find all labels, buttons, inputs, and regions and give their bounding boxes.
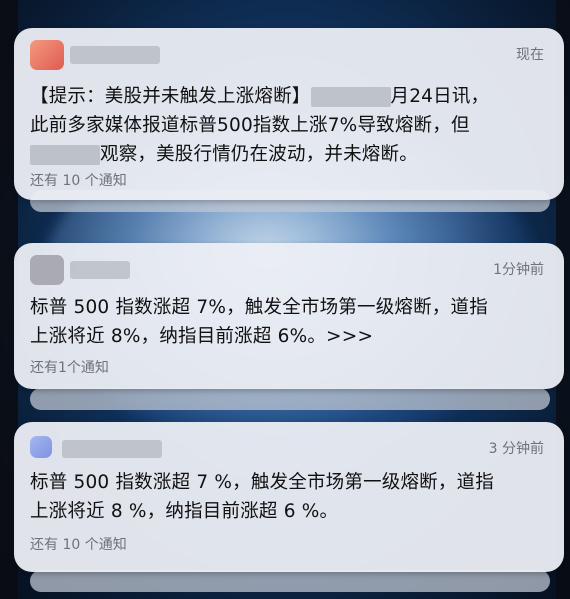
redacted-text xyxy=(310,87,391,107)
notification-body: 标普 500 指数涨超 7 %，触发全市场第一级熔断，道指 上涨将近 8 %，纳… xyxy=(30,468,546,526)
notification-text: 标普 500 指数涨超 7%，触发全市场第一级熔断，道指 xyxy=(30,297,488,318)
notification-time: 1分钟前 xyxy=(493,262,544,278)
redacted-text xyxy=(30,145,100,165)
app-icon xyxy=(30,40,64,70)
notification-text: 上涨将近 8 %，纳指目前涨超 6 %。 xyxy=(30,501,339,522)
app-name-redacted xyxy=(62,440,162,458)
app-name-redacted xyxy=(70,46,160,64)
app-icon xyxy=(30,255,64,285)
stacked-notification-edge xyxy=(30,388,550,410)
notification-time: 3 分钟前 xyxy=(488,441,544,457)
notification-text: 上涨将近 8%，纳指目前涨超 6%。>>> xyxy=(30,326,374,347)
more-notifications-link[interactable]: 还有1个通知 xyxy=(30,357,109,377)
more-notifications-link[interactable]: 还有 10 个通知 xyxy=(30,170,127,190)
notification-card-2[interactable]: 1分钟前 标普 500 指数涨超 7%，触发全市场第一级熔断，道指 上涨将近 8… xyxy=(14,243,564,389)
notification-text: 此前多家媒体报道标普500指数上涨7%导致熔断，但 xyxy=(30,115,470,136)
stacked-notification-edge xyxy=(30,570,550,592)
app-name-redacted xyxy=(70,261,130,279)
notification-card-1[interactable]: 现在 【提示：美股并未触发上涨熔断】 月24日讯， 此前多家媒体报道标普500指数… xyxy=(14,28,564,200)
notification-text: 标普 500 指数涨超 7 %，触发全市场第一级熔断，道指 xyxy=(30,472,494,493)
notification-card-3[interactable]: 3 分钟前 标普 500 指数涨超 7 %，触发全市场第一级熔断，道指 上涨将近… xyxy=(14,422,564,572)
notification-body: 标普 500 指数涨超 7%，触发全市场第一级熔断，道指 上涨将近 8%，纳指目… xyxy=(30,293,546,351)
notification-text: 观察，美股行情仍在波动，并未熔断。 xyxy=(100,144,418,165)
notification-time: 现在 xyxy=(516,47,544,63)
more-notifications-link[interactable]: 还有 10 个通知 xyxy=(30,534,127,554)
notification-text: 月24日讯， xyxy=(390,86,490,107)
notification-text: 【提示：美股并未触发上涨熔断】 xyxy=(30,86,311,107)
app-icon xyxy=(30,436,52,458)
notification-body: 【提示：美股并未触发上涨熔断】 月24日讯， 此前多家媒体报道标普500指数上涨7… xyxy=(30,82,546,169)
